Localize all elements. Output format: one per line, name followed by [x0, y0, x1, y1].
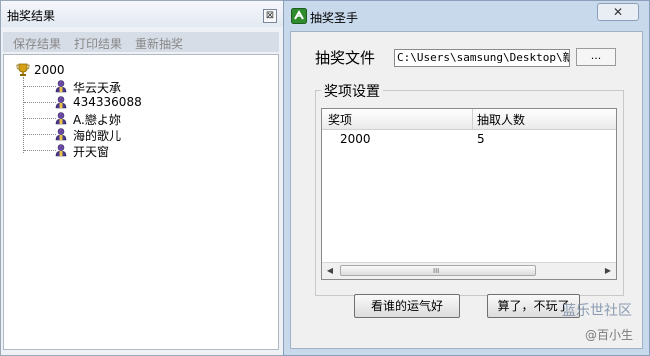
tree-root-label[interactable]: 2000: [34, 63, 65, 77]
cell-prize: 2000: [340, 132, 371, 146]
watermark-text: 蓝乐世社区: [562, 303, 632, 319]
app-icon: [291, 8, 307, 24]
menu-print-results[interactable]: 打印结果: [74, 35, 122, 52]
table-row[interactable]: 2000 5: [322, 130, 616, 148]
scroll-grip: III: [433, 267, 440, 275]
list-header: 奖项 抽取人数: [322, 109, 616, 130]
file-label: 抽奖文件: [315, 49, 376, 67]
scroll-left-icon[interactable]: ◀: [322, 263, 338, 279]
tree-connector: [24, 150, 56, 151]
result-tree[interactable]: 2000 华云天承 434336088 A.戀よ妳 海的歌儿 开天窗: [3, 54, 279, 350]
person-icon: [55, 128, 67, 141]
column-separator[interactable]: [472, 109, 473, 129]
result-menubar: 保存结果 打印结果 重新抽奖: [3, 32, 279, 52]
tree-connector: [24, 134, 56, 135]
result-window-titlebar: 抽奖结果 ⊠: [1, 1, 283, 27]
trophy-icon: [16, 63, 30, 76]
start-draw-button[interactable]: 看谁的运气好: [354, 294, 460, 318]
watermark-author: @百小生: [585, 328, 634, 342]
result-window: 抽奖结果 ⊠ 保存结果 打印结果 重新抽奖 2000 华云天承 434336088…: [0, 0, 284, 356]
person-icon: [55, 112, 67, 125]
menu-redraw[interactable]: 重新抽奖: [135, 35, 183, 52]
tree-item-label[interactable]: A.戀よ妳: [73, 111, 121, 128]
cell-count: 5: [477, 132, 485, 146]
scroll-thumb[interactable]: III: [340, 265, 536, 276]
column-header-count[interactable]: 抽取人数: [477, 111, 525, 128]
tree-connector: [23, 77, 24, 153]
person-icon: [55, 96, 67, 109]
tree-item-label[interactable]: 华云天承: [73, 79, 121, 96]
browse-button[interactable]: ...: [576, 48, 616, 66]
group-title: 奖项设置: [321, 81, 383, 101]
horizontal-scrollbar[interactable]: ◀ III ▶: [322, 262, 616, 279]
column-header-prize[interactable]: 奖项: [328, 111, 352, 128]
close-icon[interactable]: ⊠: [263, 9, 277, 23]
tree-item-label[interactable]: 434336088: [73, 95, 142, 109]
close-icon[interactable]: ✕: [597, 3, 639, 21]
person-icon: [55, 80, 67, 93]
main-window-title: 抽奖圣手: [310, 11, 359, 25]
tree-connector: [24, 118, 56, 119]
prize-list[interactable]: 奖项 抽取人数 2000 5 ◀ III ▶: [321, 108, 617, 280]
result-window-title: 抽奖结果: [7, 9, 56, 23]
file-path-input[interactable]: C:\Users\samsung\Desktop\新建: [394, 49, 570, 67]
menu-save-results[interactable]: 保存结果: [13, 35, 61, 52]
tree-connector: [24, 102, 56, 103]
tree-item-label[interactable]: 海的歌儿: [73, 127, 121, 144]
tree-item-label[interactable]: 开天窗: [73, 143, 109, 160]
scroll-right-icon[interactable]: ▶: [600, 263, 616, 279]
person-icon: [55, 144, 67, 157]
tree-connector: [24, 86, 56, 87]
